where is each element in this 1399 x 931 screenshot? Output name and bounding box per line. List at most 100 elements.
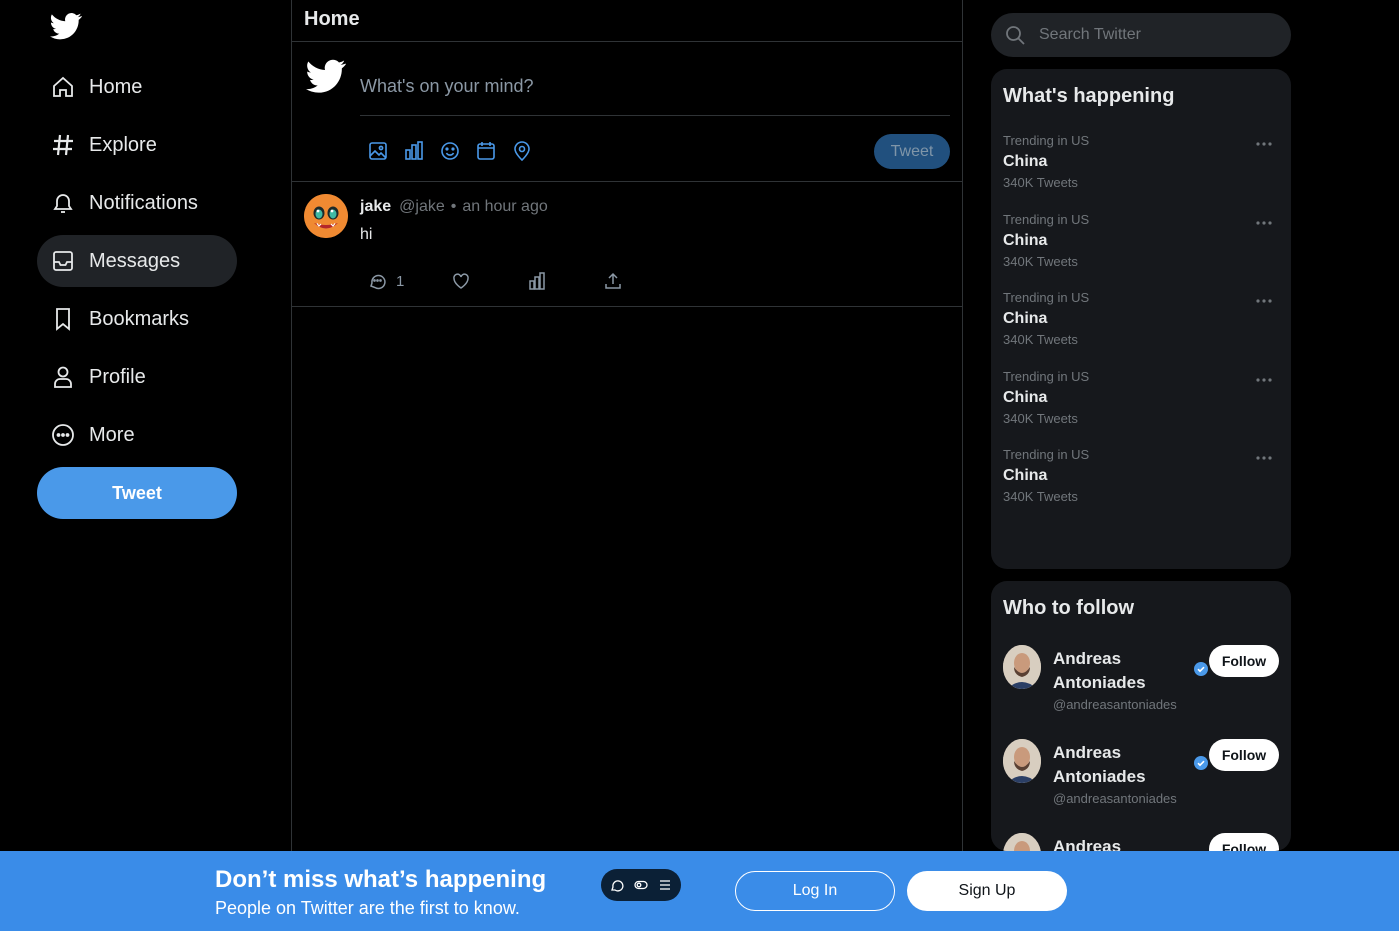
follow-name: Andreas Antoniades — [1053, 743, 1146, 786]
nav-item-home[interactable]: Home — [37, 61, 237, 113]
envelope-icon — [51, 249, 75, 273]
tweet-composer: Tweet — [292, 42, 962, 182]
trend-count: 340K Tweets — [1003, 411, 1078, 426]
trends-title: What's happening — [1003, 85, 1175, 107]
reply-count: 1 — [396, 272, 405, 290]
nav-item-messages[interactable]: Messages — [37, 235, 237, 287]
heart-icon — [452, 272, 470, 290]
compose-input[interactable] — [360, 58, 950, 116]
trend-name: China — [1003, 153, 1048, 170]
post-author-name[interactable]: jake — [360, 198, 391, 216]
avatar[interactable] — [1003, 739, 1041, 783]
more-options-icon[interactable] — [1255, 141, 1273, 147]
like-button[interactable] — [452, 272, 470, 290]
twitter-bird-icon — [304, 56, 348, 96]
timeline-header: Home — [292, 0, 962, 42]
nav-item-bookmarks[interactable]: Bookmarks — [37, 293, 237, 345]
share-icon — [604, 272, 622, 290]
nav-item-label: Profile — [89, 365, 146, 388]
search-box[interactable] — [991, 13, 1291, 57]
compose-tweet-button[interactable]: Tweet — [874, 134, 950, 169]
more-options-icon[interactable] — [1255, 455, 1273, 461]
nav-item-notifications[interactable]: Notifications — [37, 177, 237, 229]
chat-bubble-icon[interactable] — [610, 878, 624, 892]
menu-list-icon[interactable] — [658, 878, 672, 892]
signup-button[interactable]: Sign Up — [907, 871, 1067, 911]
search-input[interactable] — [1039, 26, 1269, 44]
trend-count: 340K Tweets — [1003, 254, 1078, 269]
trend-context: Trending in US — [1003, 212, 1090, 227]
page-title: Home — [304, 8, 360, 30]
more-options-icon[interactable] — [1255, 298, 1273, 304]
composer-toolbar — [368, 141, 532, 161]
follow-button[interactable]: Follow — [1209, 739, 1279, 771]
trend-context: Trending in US — [1003, 447, 1090, 462]
sidebar-nav: Home Explore Notifications Messages Book… — [0, 0, 291, 931]
trend-count: 340K Tweets — [1003, 489, 1078, 504]
twitter-logo-icon[interactable] — [48, 10, 84, 42]
nav-item-label: Messages — [89, 249, 181, 272]
analytics-button[interactable] — [528, 272, 546, 290]
location-icon[interactable] — [512, 141, 532, 161]
follow-name: Andreas Antoniades — [1053, 649, 1146, 692]
who-to-follow-title: Who to follow — [1003, 597, 1135, 619]
follow-handle: @andreasantoniades — [1053, 791, 1177, 806]
banner-title: Don’t miss what’s happening — [215, 866, 547, 893]
avatar[interactable] — [304, 194, 348, 238]
meta-separator: • — [450, 198, 457, 215]
trend-item[interactable]: Trending in US China 340K Tweets — [1003, 290, 1279, 350]
post-author-handle[interactable]: @jake — [399, 198, 445, 216]
share-button[interactable] — [604, 272, 622, 290]
floating-toolbar — [601, 869, 681, 901]
timeline-post[interactable]: jake @jake • an hour ago hi 1 — [292, 182, 962, 307]
emoji-icon[interactable] — [440, 141, 460, 161]
verified-badge-icon — [1194, 756, 1208, 770]
reply-icon — [368, 272, 386, 290]
post-timestamp[interactable]: an hour ago — [462, 198, 547, 216]
post-meta: jake @jake • an hour ago — [360, 198, 548, 216]
search-icon — [1005, 25, 1025, 45]
follow-suggestion[interactable]: Andreas Antoniades @andreasantoniades Fo… — [1003, 739, 1279, 819]
image-icon[interactable] — [368, 141, 388, 161]
trend-item[interactable]: Trending in US China 340K Tweets — [1003, 133, 1279, 193]
login-button[interactable]: Log In — [735, 871, 895, 911]
trend-context: Trending in US — [1003, 290, 1090, 305]
avatar[interactable] — [1003, 645, 1041, 689]
follow-suggestion[interactable]: Andreas Antoniades @andreasantoniades Fo… — [1003, 645, 1279, 725]
poll-icon[interactable] — [404, 141, 424, 161]
toggle-icon[interactable] — [634, 878, 648, 892]
follow-button[interactable]: Follow — [1209, 645, 1279, 677]
trend-name: China — [1003, 389, 1048, 406]
nav-item-label: Home — [89, 75, 143, 98]
trend-count: 340K Tweets — [1003, 332, 1078, 347]
trend-name: China — [1003, 232, 1048, 249]
follow-name: Andreas — [1053, 837, 1122, 851]
trend-item[interactable]: Trending in US China 340K Tweets — [1003, 447, 1279, 507]
more-circle-icon — [51, 423, 75, 447]
more-options-icon[interactable] — [1255, 377, 1273, 383]
avatar[interactable] — [1003, 833, 1041, 851]
follow-button[interactable]: Follow — [1209, 833, 1279, 851]
hashtag-icon — [51, 133, 75, 157]
trend-item[interactable]: Trending in US China 340K Tweets — [1003, 369, 1279, 429]
verified-badge-icon — [1194, 662, 1208, 676]
bell-icon — [51, 191, 75, 215]
banner-subtitle: People on Twitter are the first to know. — [215, 898, 520, 918]
nav-item-label: Bookmarks — [89, 307, 190, 330]
nav-item-more[interactable]: More — [37, 409, 237, 461]
schedule-icon[interactable] — [476, 141, 496, 161]
nav-item-explore[interactable]: Explore — [37, 119, 237, 171]
tweet-button[interactable]: Tweet — [37, 467, 237, 519]
more-options-icon[interactable] — [1255, 220, 1273, 226]
trend-item[interactable]: Trending in US China 340K Tweets — [1003, 212, 1279, 272]
signup-banner: Don’t miss what’s happening People on Tw… — [0, 851, 1399, 931]
post-text: hi — [360, 226, 373, 243]
main-timeline: Home Tweet — [291, 0, 963, 931]
nav-item-label: More — [89, 423, 135, 446]
reply-button[interactable]: 1 — [368, 272, 404, 290]
home-icon — [51, 75, 75, 99]
trend-name: China — [1003, 310, 1048, 327]
nav-item-label: Notifications — [89, 191, 198, 214]
nav-item-profile[interactable]: Profile — [37, 351, 237, 403]
follow-suggestion[interactable]: Andreas Follow — [1003, 833, 1279, 851]
